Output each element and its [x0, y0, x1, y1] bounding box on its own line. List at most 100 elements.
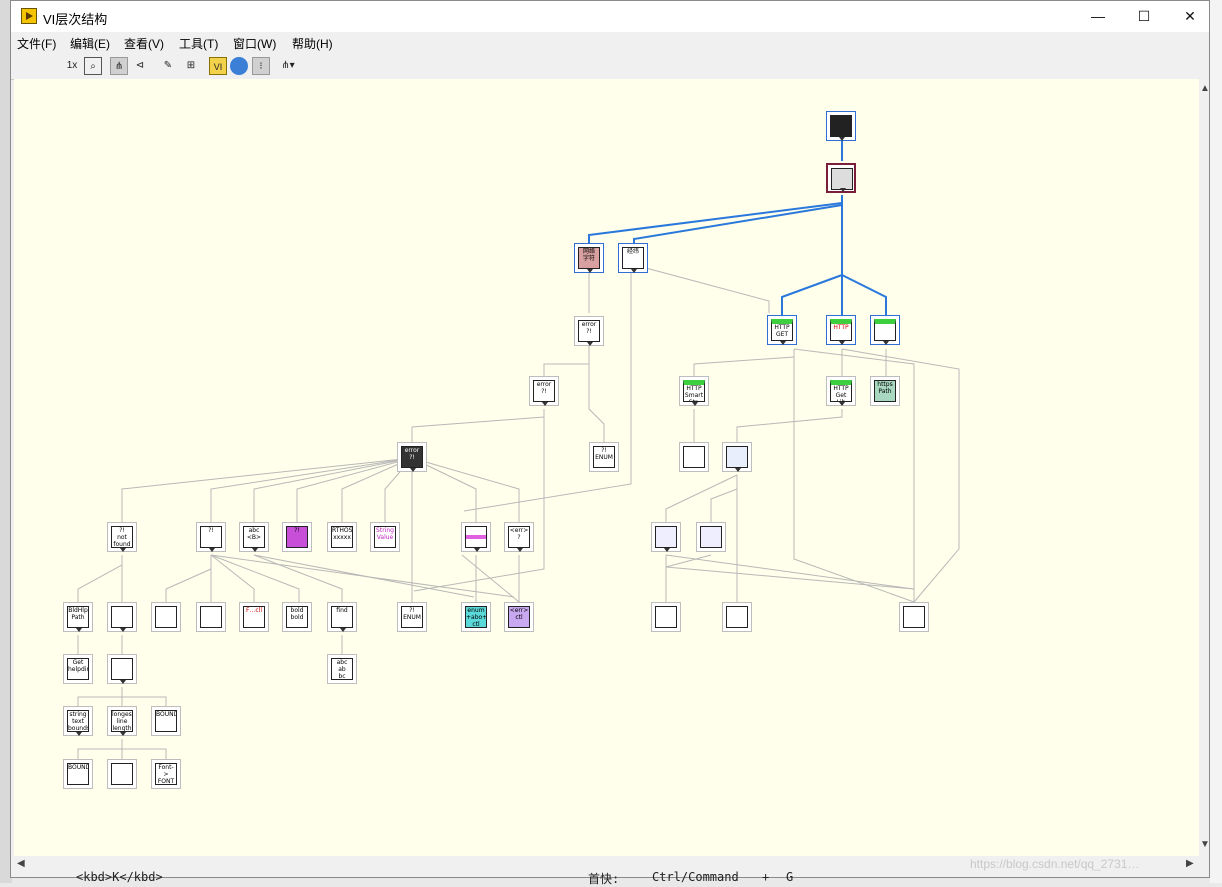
main-vi-node[interactable] — [826, 163, 856, 193]
longitude-node[interactable]: 经纬 — [618, 243, 648, 273]
expand-arrow-icon[interactable] — [840, 188, 846, 192]
wrench-node[interactable] — [151, 602, 181, 632]
expand-arrow-icon[interactable] — [839, 137, 845, 141]
globe-icon[interactable] — [230, 57, 248, 75]
error-enum-node[interactable]: ?! ENUM — [589, 442, 619, 472]
bounds-2-node[interactable]: BOUNDS — [63, 759, 93, 789]
https-path-node[interactable]: https Path — [870, 376, 900, 406]
file-folder-node[interactable] — [722, 442, 752, 472]
expand-arrow-icon[interactable] — [120, 628, 126, 632]
http-smart-node[interactable]: HTTP Smart Str->Pt — [679, 376, 709, 406]
abc-split-node[interactable]: abc ab bc — [327, 654, 357, 684]
expand-arrow-icon[interactable] — [120, 548, 126, 552]
maximize-button[interactable]: ☐ — [1121, 1, 1167, 32]
menu-window[interactable]: 窗口(W) — [233, 35, 276, 52]
menu-edit[interactable]: 编辑(E) — [70, 35, 110, 52]
expand-arrow-icon[interactable] — [120, 680, 126, 684]
menu-file[interactable]: 文件(F) — [17, 35, 56, 52]
expand-arrow-icon[interactable] — [631, 269, 637, 273]
hierarchy-canvas[interactable]: 网络 字符 经纬 HTTP GET HTTP error ?! error ?!… — [14, 79, 1199, 856]
expand-arrow-icon[interactable] — [839, 341, 845, 345]
font-node[interactable]: Font-> FONT — [151, 759, 181, 789]
zoom-fit-icon[interactable]: ⌕ — [84, 57, 102, 75]
get-helpdir-node[interactable]: Get helpdir — [63, 654, 93, 684]
http-open-node[interactable] — [870, 315, 900, 345]
node-icon: HTTP Get Lib — [830, 380, 852, 402]
horizontal-layout-icon[interactable]: ⊲ — [131, 57, 149, 75]
expand-arrow-icon[interactable] — [76, 628, 82, 632]
path-arrow-node[interactable] — [679, 442, 709, 472]
tree-node[interactable] — [107, 602, 137, 632]
minimize-button[interactable]: — — [1075, 1, 1121, 32]
bldhlp-path-node[interactable]: BldHlp Path — [63, 602, 93, 632]
dialog-node[interactable]: ?! — [196, 522, 226, 552]
expand-arrow-icon[interactable] — [692, 402, 698, 406]
path-convert-node[interactable] — [899, 602, 929, 632]
expand-arrow-icon[interactable] — [76, 732, 82, 736]
err-ctl-node[interactable]: <err> ctl — [504, 602, 534, 632]
expand-arrow-icon[interactable] — [542, 402, 548, 406]
expand-arrow-icon[interactable] — [839, 402, 845, 406]
enum-ctl-node[interactable]: enum +abo+ ctl — [461, 602, 491, 632]
expand-arrow-icon[interactable] — [735, 468, 741, 472]
file-node-2[interactable] — [722, 602, 752, 632]
show-all-icon[interactable]: ⁝ — [252, 57, 270, 75]
dialog-3-node[interactable] — [196, 602, 226, 632]
file-node-1[interactable] — [651, 602, 681, 632]
expand-arrow-icon[interactable] — [587, 342, 593, 346]
rthost-node[interactable]: RTHOST xxxxx — [327, 522, 357, 552]
not-found-node[interactable]: ?! not found — [107, 522, 137, 552]
error-node-1[interactable]: error ?! — [574, 316, 604, 346]
scroll-right-icon[interactable]: ▶ — [1186, 858, 1194, 869]
expand-arrow-icon[interactable] — [780, 341, 786, 345]
longest-line-node[interactable]: longest line length — [107, 706, 137, 736]
network-string-node[interactable]: 网络 字符 — [574, 243, 604, 273]
find-node[interactable]: find — [327, 602, 357, 632]
menu-help[interactable]: 帮助(H) — [292, 35, 333, 52]
expand-arrow-icon[interactable] — [120, 732, 126, 736]
menu-tools[interactable]: 工具(T) — [179, 35, 218, 52]
error-node-2[interactable]: error ?! — [529, 376, 559, 406]
http-get-lib-node[interactable]: HTTP Get Lib — [826, 376, 856, 406]
zoom-1x-button[interactable]: 1x — [63, 57, 81, 75]
window-title: VI层次结构 — [43, 12, 108, 27]
tree-2-node[interactable] — [107, 654, 137, 684]
bounds-node[interactable]: BOUNDS — [151, 706, 181, 736]
abc-bold-node[interactable]: abc <B> — [239, 522, 269, 552]
error-dark-node[interactable]: error ?! — [397, 442, 427, 472]
expand-arrow-icon[interactable] — [340, 628, 346, 632]
vi-icon[interactable]: VI — [209, 57, 227, 75]
http-get-node[interactable]: HTTP GET — [767, 315, 797, 345]
warning-node[interactable]: F…cll — [239, 602, 269, 632]
expand-arrow-icon[interactable] — [474, 548, 480, 552]
pencil-icon[interactable]: ✎ — [159, 57, 177, 75]
hierarchy-icon[interactable]: ⊞ — [182, 57, 200, 75]
scroll-up-icon[interactable]: ▲ — [1200, 83, 1210, 94]
ring-node[interactable] — [461, 522, 491, 552]
doc-copy-node[interactable] — [696, 522, 726, 552]
expand-arrow-icon[interactable] — [587, 269, 593, 273]
expand-arrow-icon[interactable] — [883, 341, 889, 345]
menu-view[interactable]: 查看(V) — [124, 35, 164, 52]
vertical-layout-icon[interactable]: ⋔ — [110, 57, 128, 75]
expand-arrow-icon[interactable] — [209, 548, 215, 552]
expand-arrow-icon[interactable] — [517, 548, 523, 552]
layout-dropdown-icon[interactable]: ⋔▾ — [275, 57, 301, 75]
http-close-node[interactable]: HTTP — [826, 315, 856, 345]
string-text-bounds-node[interactable]: string text bounds — [63, 706, 93, 736]
color-node[interactable]: ?! — [282, 522, 312, 552]
expand-arrow-icon[interactable] — [252, 548, 258, 552]
bold-node[interactable]: bold bold — [282, 602, 312, 632]
top-vi-node[interactable] — [826, 111, 856, 141]
convert-node[interactable] — [107, 759, 137, 789]
list-node[interactable] — [651, 522, 681, 552]
err-node[interactable]: <err> ? — [504, 522, 534, 552]
error-enum-2-node[interactable]: ?! ENUM — [397, 602, 427, 632]
string-value-node[interactable]: String Value — [370, 522, 400, 552]
expand-arrow-icon[interactable] — [664, 548, 670, 552]
expand-arrow-icon[interactable] — [410, 468, 416, 472]
scroll-down-icon[interactable]: ▼ — [1200, 839, 1210, 850]
vertical-scrollbar[interactable]: ▲ ▼ — [1199, 79, 1210, 856]
close-button[interactable]: ✕ — [1167, 1, 1213, 32]
scroll-left-icon[interactable]: ◀ — [17, 858, 25, 869]
